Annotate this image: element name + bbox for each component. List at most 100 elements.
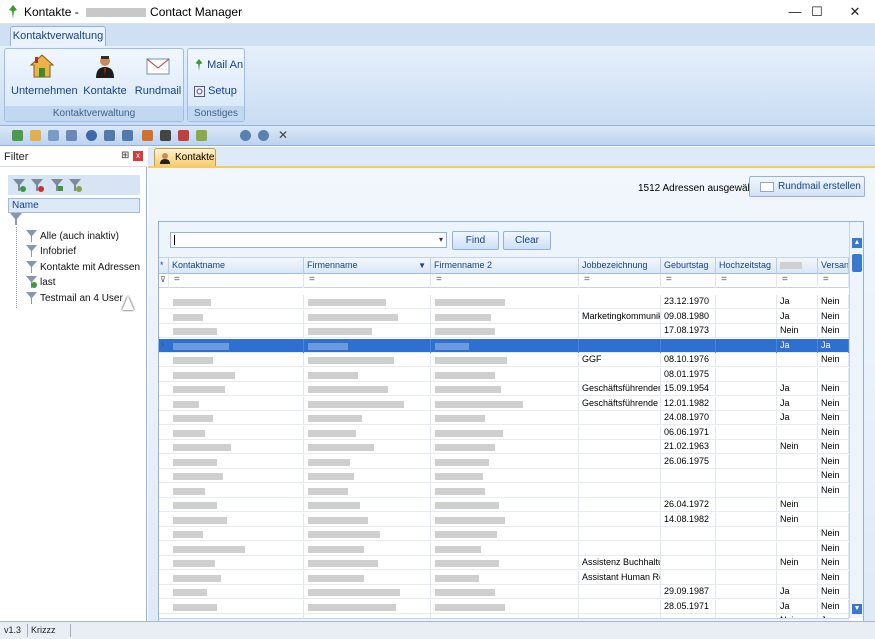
table-cell-jobbezeichnung[interactable] — [579, 469, 661, 483]
table-row[interactable]: 24.08.1970 Ja Nein — [159, 411, 849, 425]
table-cell-jobbezeichnung[interactable] — [579, 483, 661, 498]
table-cell-kontaktname[interactable] — [169, 599, 304, 614]
table-cell-versand[interactable]: Nein — [818, 556, 849, 570]
filter-item-testmail[interactable]: Testmail an 4 User — [26, 292, 123, 306]
table-cell-redacted[interactable]: Ja — [777, 295, 818, 309]
filter-icon[interactable]: ▼ — [418, 258, 426, 273]
table-cell-versand[interactable] — [818, 367, 849, 382]
table-cell-firmenname-2[interactable] — [431, 469, 579, 483]
filter-cell[interactable]: = — [777, 274, 818, 288]
table-cell-hochzeitstag[interactable] — [716, 527, 777, 541]
pin-pane-icon[interactable]: ⊞ — [121, 150, 129, 161]
table-cell-redacted[interactable] — [777, 353, 818, 367]
table-cell-versand[interactable]: Nein — [818, 396, 849, 411]
table-cell-firmenname[interactable] — [304, 367, 431, 382]
rundmail-button[interactable]: Rundmail — [133, 53, 183, 97]
delete-icon[interactable]: ✕ — [278, 129, 289, 141]
table-cell-geburtstag[interactable]: 14.08.1982 — [661, 512, 716, 527]
table-cell-firmenname[interactable] — [304, 353, 431, 367]
table-cell-firmenname-2[interactable] — [431, 396, 579, 411]
table-cell-versand[interactable]: Nein — [818, 353, 849, 367]
filter-column-header[interactable]: Name — [8, 198, 140, 213]
table-cell-jobbezeichnung[interactable] — [579, 338, 661, 353]
filter-cell[interactable]: = — [304, 274, 431, 288]
table-cell-kontaktname[interactable] — [169, 454, 304, 469]
vertical-scrollbar[interactable]: ▲ ▼ — [849, 222, 863, 618]
table-cell-kontaktname[interactable] — [169, 353, 304, 367]
table-cell-redacted[interactable]: Ja — [777, 411, 818, 425]
find-button[interactable]: Find — [452, 231, 499, 250]
table-cell-versand[interactable]: Nein — [818, 440, 849, 454]
table-cell-kontaktname[interactable] — [169, 483, 304, 498]
scroll-down-icon[interactable]: ▼ — [852, 604, 862, 614]
table-cell-firmenname[interactable] — [304, 454, 431, 469]
table-cell-hochzeitstag[interactable] — [716, 338, 777, 353]
table-cell-firmenname-2[interactable] — [431, 483, 579, 498]
table-cell-firmenname-2[interactable] — [431, 425, 579, 440]
filter-copy-icon[interactable] — [68, 178, 82, 192]
column-header-hochzeitstag[interactable]: Hochzeitstag — [716, 258, 777, 274]
table-cell-firmenname[interactable] — [304, 599, 431, 614]
column-header-jobbezeichnung[interactable]: Jobbezeichnung — [579, 258, 661, 274]
table-cell-redacted[interactable] — [777, 541, 818, 556]
table-cell-redacted[interactable]: Ja — [777, 396, 818, 411]
table-cell-jobbezeichnung[interactable]: Assistenz Buchhaltur — [579, 556, 661, 570]
columns-icon[interactable] — [30, 130, 41, 141]
filter-cell[interactable]: = — [579, 274, 661, 288]
table-cell-geburtstag[interactable]: 12.01.1982 — [661, 396, 716, 411]
table-row[interactable]: Marketingkommunika 09.08.1980 Ja Nein — [159, 309, 849, 324]
table-cell-hochzeitstag[interactable] — [716, 440, 777, 454]
table-cell-firmenname-2[interactable] — [431, 498, 579, 512]
column-header-versand[interactable]: Versand — [818, 258, 849, 274]
table-cell-firmenname-2[interactable] — [431, 570, 579, 585]
table-cell-geburtstag[interactable] — [661, 556, 716, 570]
search-icon[interactable] — [86, 130, 97, 141]
table-cell-geburtstag[interactable]: 28.05.1971 — [661, 599, 716, 614]
table-row[interactable]: 14.08.1982 Nein — [159, 512, 849, 527]
table-cell-redacted[interactable]: Ja — [777, 599, 818, 614]
table-cell-kontaktname[interactable] — [169, 295, 304, 309]
table-cell-redacted[interactable] — [777, 527, 818, 541]
table-cell-versand[interactable]: Nein — [818, 570, 849, 585]
table-row[interactable]: Assistant Human Re Nein — [159, 570, 849, 585]
table-cell-firmenname-2[interactable] — [431, 295, 579, 309]
table-cell-kontaktname[interactable] — [169, 411, 304, 425]
table-cell-firmenname[interactable] — [304, 396, 431, 411]
table-cell-firmenname[interactable] — [304, 338, 431, 353]
table-cell-hochzeitstag[interactable] — [716, 556, 777, 570]
table-cell-firmenname[interactable] — [304, 382, 431, 396]
layout-icon[interactable] — [66, 130, 77, 141]
table-cell-kontaktname[interactable] — [169, 338, 304, 353]
table-cell-hochzeitstag[interactable] — [716, 353, 777, 367]
table-cell-versand[interactable]: Nein — [818, 324, 849, 338]
table-cell-jobbezeichnung[interactable] — [579, 599, 661, 614]
column-header-firmenname[interactable]: Firmenname ▼ — [304, 258, 431, 274]
table-cell-geburtstag[interactable]: 09.08.1980 — [661, 309, 716, 324]
table-cell-firmenname-2[interactable] — [431, 541, 579, 556]
table-cell-redacted[interactable] — [777, 570, 818, 585]
table-cell-kontaktname[interactable] — [169, 425, 304, 440]
table-row[interactable]: 17.08.1973 Nein Nein — [159, 324, 849, 338]
table-cell-firmenname-2[interactable] — [431, 454, 579, 469]
table-cell-jobbezeichnung[interactable] — [579, 527, 661, 541]
table-cell-jobbezeichnung[interactable] — [579, 440, 661, 454]
table-cell-firmenname[interactable] — [304, 556, 431, 570]
table-cell-hochzeitstag[interactable] — [716, 454, 777, 469]
table-cell-kontaktname[interactable] — [169, 396, 304, 411]
table-cell-redacted[interactable]: Ja — [777, 382, 818, 396]
table-cell-firmenname[interactable] — [304, 295, 431, 309]
table-cell-firmenname-2[interactable] — [431, 324, 579, 338]
filter-remove-icon[interactable] — [30, 178, 44, 192]
table-cell-geburtstag[interactable]: 17.08.1973 — [661, 324, 716, 338]
table-cell-geburtstag[interactable] — [661, 483, 716, 498]
table-cell-redacted[interactable]: Nein — [777, 556, 818, 570]
table-cell-firmenname-2[interactable] — [431, 527, 579, 541]
table-cell-versand[interactable]: Nein — [818, 585, 849, 599]
table-cell-hochzeitstag[interactable] — [716, 367, 777, 382]
table-cell-versand[interactable]: Nein — [818, 483, 849, 498]
table-cell-hochzeitstag[interactable] — [716, 469, 777, 483]
table-cell-firmenname[interactable] — [304, 411, 431, 425]
filter-item-kontakte-mit-adressen[interactable]: Kontakte mit Adressen — [26, 261, 140, 275]
table-cell-geburtstag[interactable]: 26.06.1975 — [661, 454, 716, 469]
filter-item-alle[interactable]: Alle (auch inaktiv) — [26, 230, 119, 244]
